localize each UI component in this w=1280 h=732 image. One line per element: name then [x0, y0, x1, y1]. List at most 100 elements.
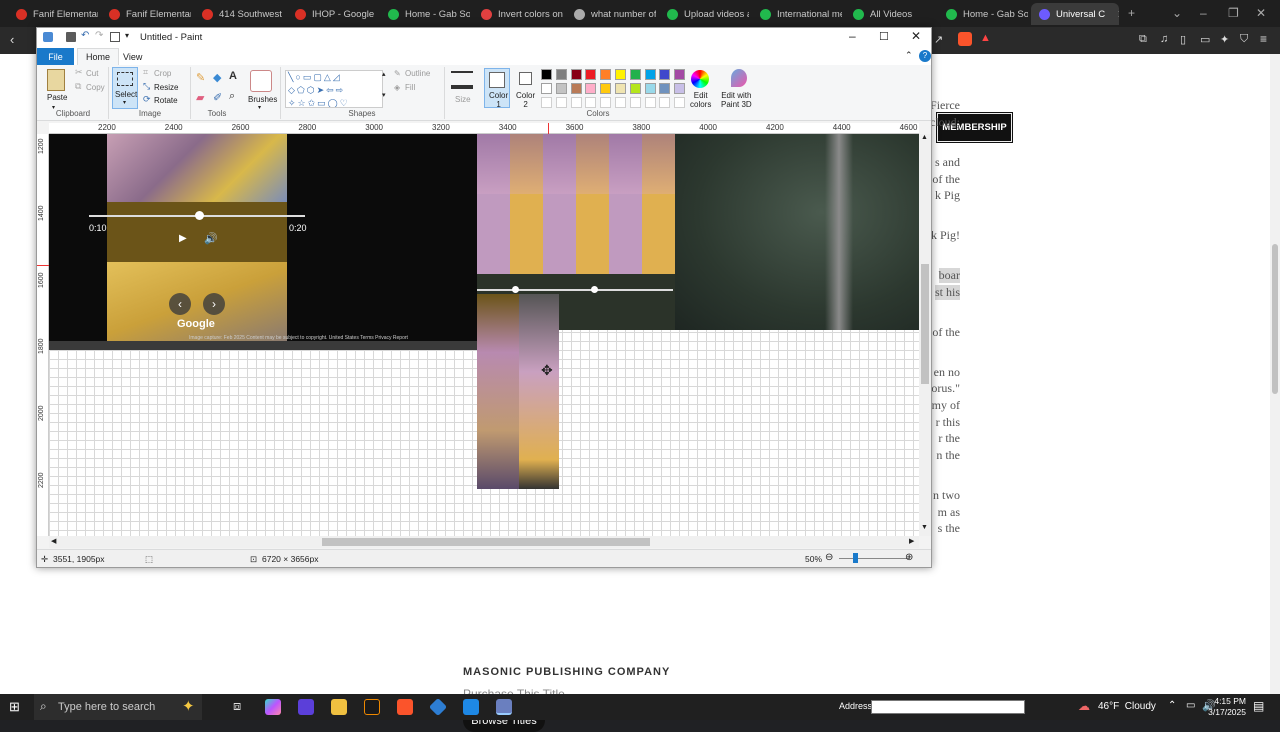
back-icon[interactable]: ‹	[10, 32, 14, 47]
palette-swatch[interactable]	[585, 69, 597, 80]
copy-label[interactable]: Copy	[86, 83, 105, 92]
browser-tab[interactable]: 414 Southwest 8	[194, 3, 284, 25]
select-button[interactable]: Select ▾	[112, 67, 138, 109]
paste-label[interactable]: Paste	[47, 93, 67, 102]
customize-toolbar-icon[interactable]: ▾	[125, 31, 135, 41]
weather-text[interactable]: 46°F Cloudy	[1098, 701, 1156, 712]
video-scrubber-handle[interactable]	[195, 211, 204, 220]
outline-label[interactable]: Outline	[405, 69, 430, 78]
rotate-label[interactable]: Rotate	[154, 96, 178, 105]
paste-icon[interactable]	[47, 69, 65, 91]
custom-color-slot[interactable]	[674, 97, 686, 108]
color2-label[interactable]: Color 2	[516, 91, 535, 109]
palette-swatch[interactable]	[600, 83, 612, 94]
fill-label[interactable]: Fill	[405, 83, 415, 92]
paint3d-icon[interactable]	[731, 69, 747, 87]
resize-label[interactable]: Resize	[154, 83, 178, 92]
redo-icon[interactable]: ↷	[95, 30, 105, 41]
shapes-gallery[interactable]: ╲○▭▢△◿ ◇⬠⬡➤⇦⇨ ✧☆✩▭◯♡	[285, 70, 383, 108]
pencil-icon[interactable]: ✎	[196, 71, 205, 84]
clock-date[interactable]: 3/17/2025	[1200, 707, 1246, 717]
palette-swatch[interactable]	[644, 69, 656, 80]
help-icon[interactable]: ?	[919, 50, 931, 62]
browser-tab[interactable]: International me	[752, 3, 842, 25]
brushes-icon[interactable]	[250, 70, 272, 92]
paint3d-label[interactable]: Edit with Paint 3D	[721, 91, 752, 109]
custom-color-slot[interactable]	[555, 97, 567, 108]
minimize-browser-button[interactable]: –	[1200, 6, 1207, 20]
custom-color-slot[interactable]	[570, 97, 582, 108]
paint-app-taskbar-icon[interactable]	[496, 699, 512, 715]
color-picker-icon[interactable]: ✐	[213, 91, 222, 104]
browser-tab[interactable]: Upload videos at	[659, 3, 749, 25]
color2-swatch[interactable]	[519, 72, 532, 85]
palette-swatch[interactable]	[555, 83, 567, 94]
scroll-right-icon[interactable]: ▶	[909, 537, 914, 545]
wallet-icon[interactable]: ▭	[1200, 33, 1210, 46]
copilot-app-icon[interactable]	[265, 699, 281, 715]
palette-swatch[interactable]	[629, 83, 641, 94]
cut-label[interactable]: Cut	[86, 69, 98, 78]
browser-tab[interactable]: All Videos	[845, 3, 935, 25]
share-icon[interactable]: ↗	[934, 33, 943, 46]
zoom-slider-track[interactable]	[839, 558, 909, 559]
network-icon[interactable]: ▭	[1186, 700, 1195, 711]
palette-swatch[interactable]	[585, 83, 597, 94]
palette-swatch[interactable]	[615, 83, 626, 94]
eraser-icon[interactable]: ▰	[196, 91, 204, 104]
tab-close-icon[interactable]: ✕	[1117, 8, 1119, 21]
palette-swatch[interactable]	[629, 69, 641, 80]
paint-minimize-button[interactable]: –	[849, 29, 856, 43]
browser-tab[interactable]: what number of	[566, 3, 656, 25]
zoom-slider-thumb[interactable]	[853, 553, 858, 563]
clock-time[interactable]: 4:15 PM	[1206, 696, 1246, 706]
scroll-left-icon[interactable]: ◀	[51, 537, 56, 545]
leo-icon[interactable]: ✦	[1220, 33, 1229, 46]
prev-arrow-icon[interactable]: ‹	[169, 293, 191, 315]
crop-label[interactable]: Crop	[154, 69, 171, 78]
save-icon[interactable]	[66, 32, 76, 42]
media-app-icon[interactable]	[298, 699, 314, 715]
browser-tab[interactable]: Home - Gab Soc	[938, 3, 1028, 25]
browser-tab[interactable]: Invert colors onl	[473, 3, 563, 25]
notifications-icon[interactable]: ▤	[1253, 699, 1264, 713]
size-icon[interactable]	[451, 71, 473, 89]
shapes-scroll-up-icon[interactable]: ▴	[382, 70, 386, 78]
address-toolbar-input[interactable]	[871, 700, 1025, 714]
file-explorer-icon[interactable]	[331, 699, 347, 715]
menu-icon[interactable]: ≡	[1260, 32, 1267, 46]
next-arrow-icon[interactable]: ›	[203, 293, 225, 315]
photos-app-icon[interactable]	[463, 699, 479, 715]
maximize-browser-button[interactable]: ❐	[1228, 6, 1239, 20]
tab-home[interactable]: Home	[77, 48, 120, 65]
paint-maximize-button[interactable]: ☐	[879, 30, 889, 43]
vlc-app-icon[interactable]	[364, 699, 380, 715]
task-view-icon[interactable]: ⧈	[233, 698, 241, 714]
paint-close-button[interactable]: ✕	[911, 29, 921, 43]
magnifier-icon[interactable]: ⌕	[229, 90, 235, 103]
brave-shield-icon[interactable]	[958, 32, 972, 46]
canvas-vertical-scrollbar[interactable]: ▲ ▼	[919, 134, 931, 536]
print-icon[interactable]	[110, 32, 120, 42]
collapse-ribbon-icon[interactable]: ⌃	[905, 50, 913, 61]
tab-view[interactable]: View	[115, 48, 150, 65]
shapes-more-icon[interactable]: ▾	[382, 91, 386, 99]
custom-color-slot[interactable]	[659, 97, 671, 108]
extensions-icon[interactable]: ⧉	[1139, 33, 1147, 46]
copilot-sparkle-icon[interactable]: ✦	[182, 697, 195, 715]
start-icon[interactable]: ⊞	[9, 699, 20, 715]
edit-colors-label[interactable]: Edit colors	[690, 91, 711, 109]
brave-app-icon[interactable]	[397, 699, 413, 715]
palette-swatch[interactable]	[615, 69, 626, 80]
custom-color-slot[interactable]	[585, 97, 597, 108]
close-browser-button[interactable]: ✕	[1256, 6, 1266, 20]
palette-swatch[interactable]	[659, 83, 671, 94]
browser-tab[interactable]: IHOP - Google M	[287, 3, 377, 25]
sidebar-icon[interactable]: ▯	[1180, 33, 1186, 46]
palette-swatch[interactable]	[600, 69, 612, 80]
custom-color-slot[interactable]	[629, 97, 641, 108]
brushes-label[interactable]: Brushes	[248, 95, 277, 104]
file-menu[interactable]: File	[37, 48, 74, 65]
brushes-dropdown-icon[interactable]: ▾	[258, 104, 261, 111]
edit-colors-icon[interactable]	[691, 70, 709, 88]
